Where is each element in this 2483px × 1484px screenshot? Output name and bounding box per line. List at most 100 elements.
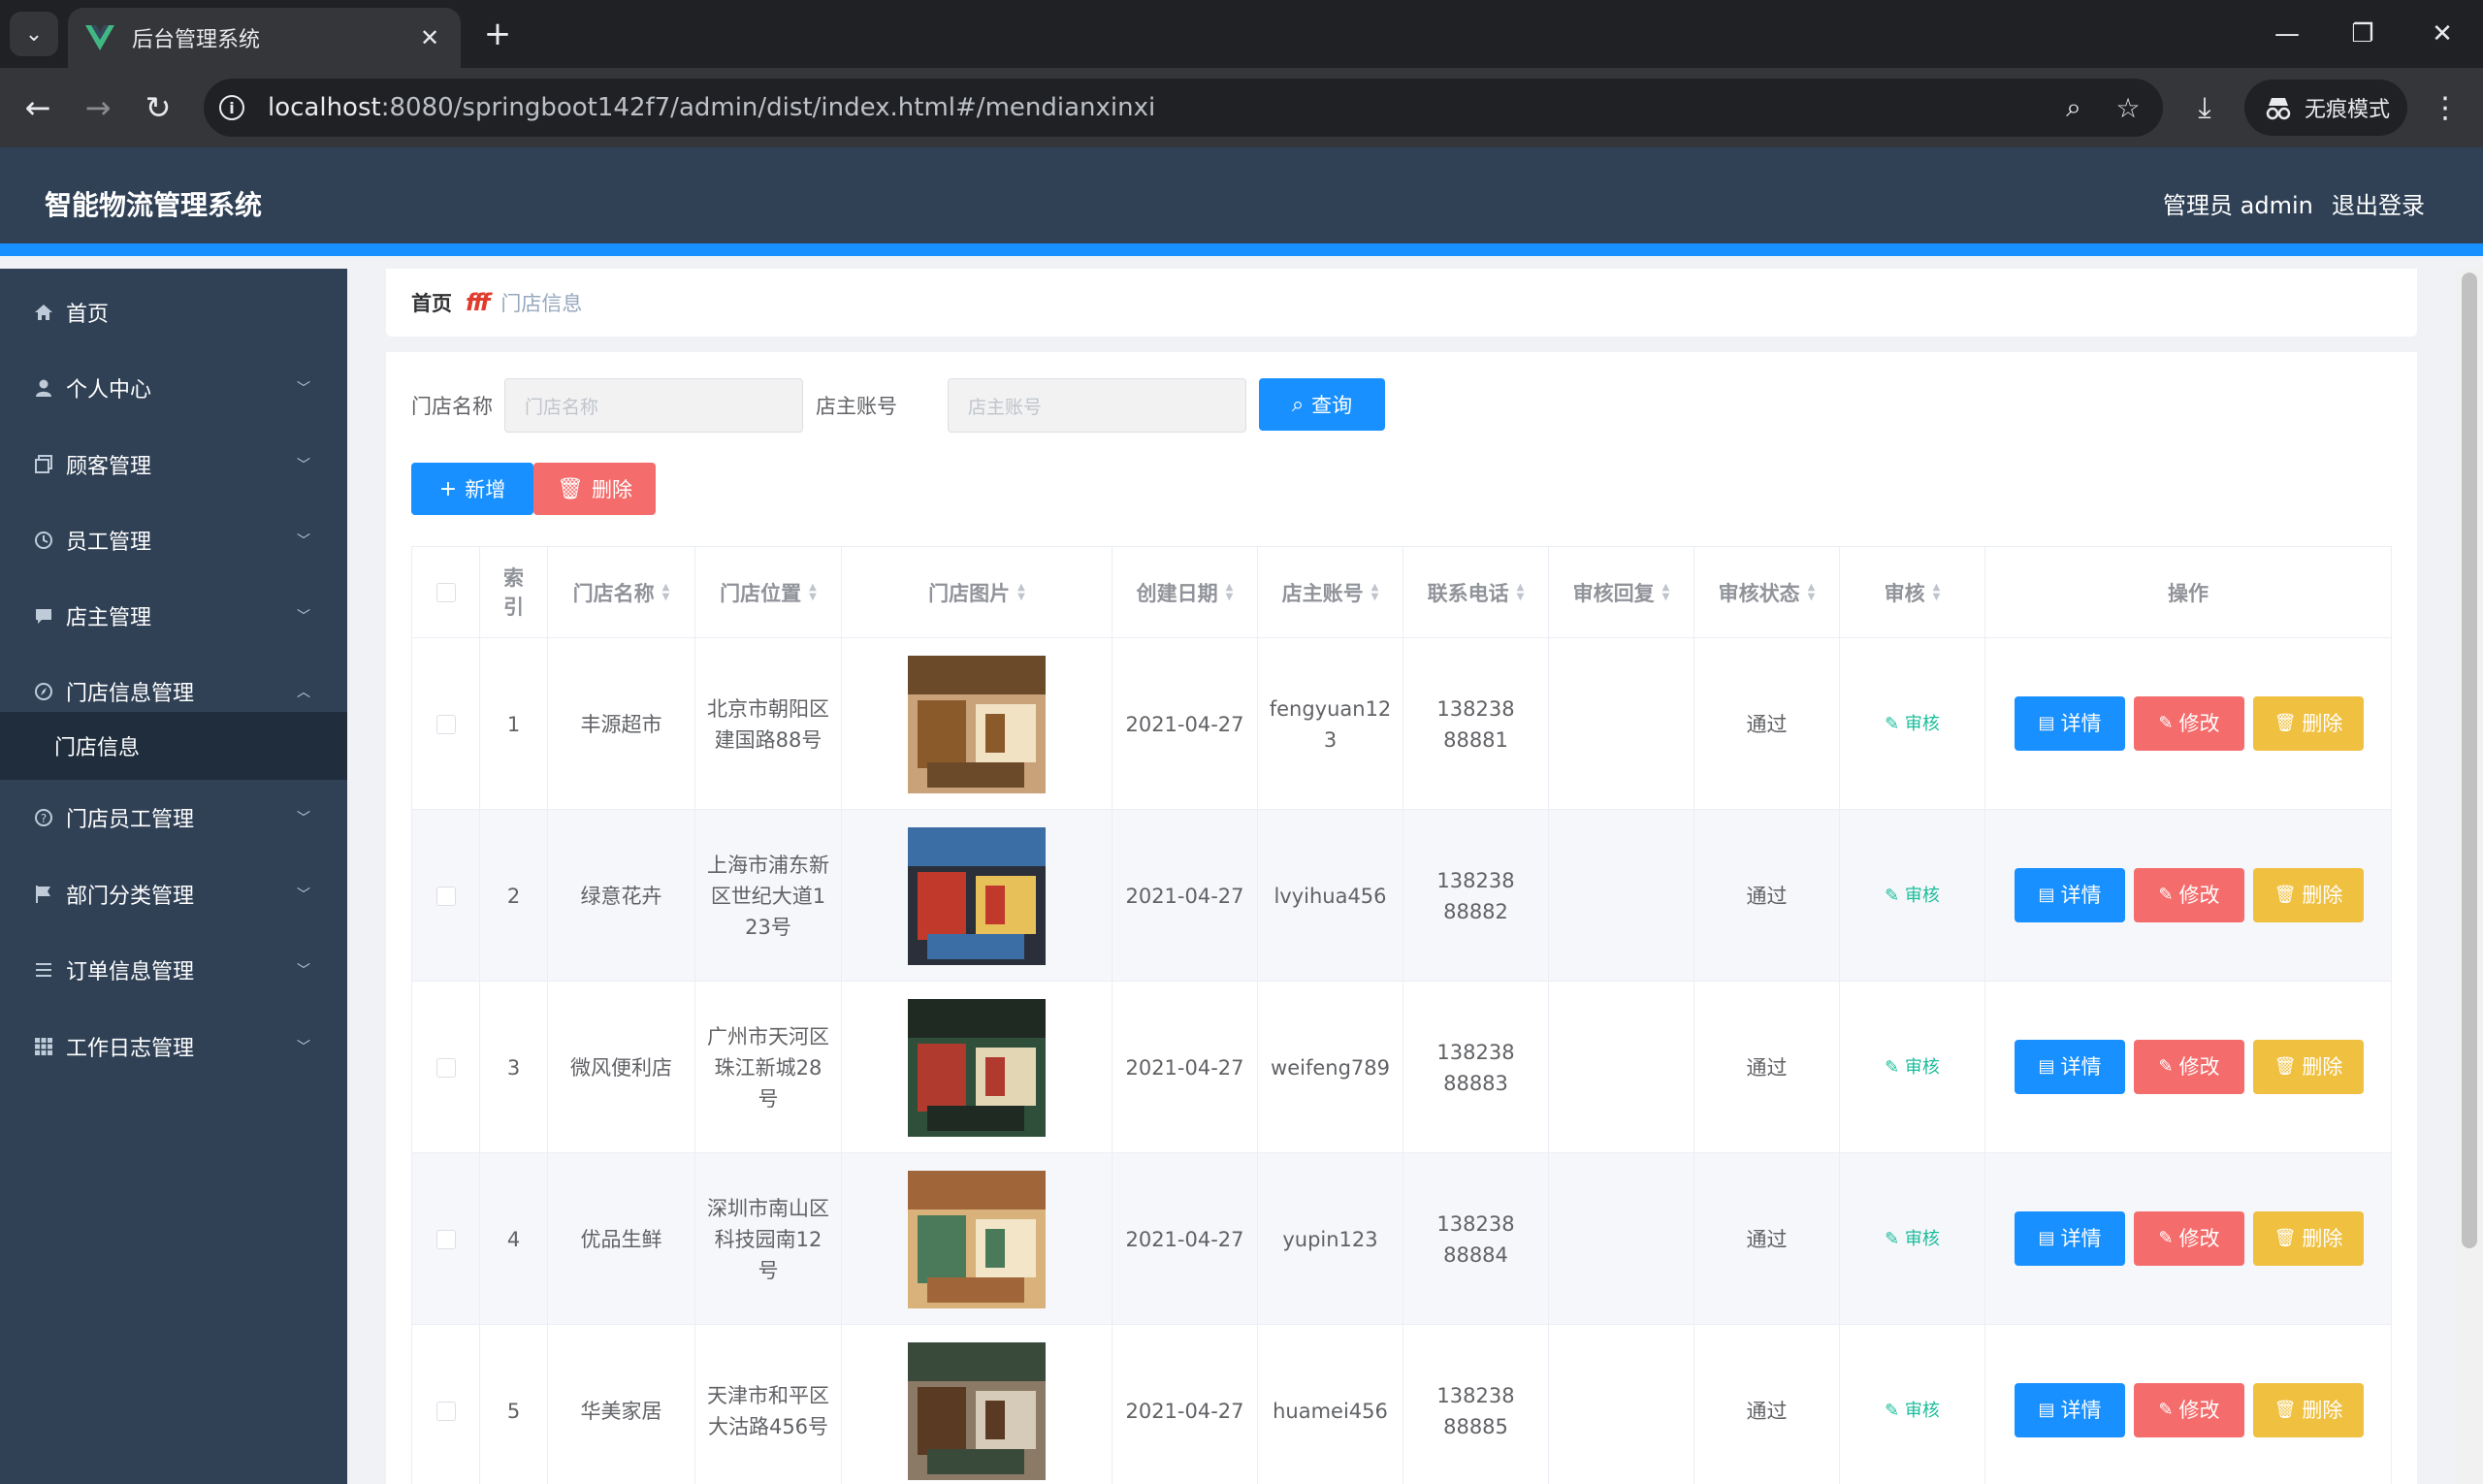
- detail-button[interactable]: ▤ 详情: [2015, 1040, 2125, 1094]
- store-photo[interactable]: [908, 826, 1046, 965]
- sort-caret-icon[interactable]: ▲ ▼: [662, 583, 670, 602]
- batch-delete-button[interactable]: 🗑 删除: [533, 463, 656, 515]
- checkbox[interactable]: [435, 1229, 456, 1249]
- header-audit-reply[interactable]: 审核回复 ▲ ▼: [1549, 547, 1694, 638]
- sidebar-item-profile[interactable]: 个人中心 ﹀: [0, 350, 347, 426]
- store-name-input[interactable]: 门店名称: [504, 378, 803, 433]
- checkbox[interactable]: [435, 886, 456, 906]
- query-button[interactable]: ⌕ 查询: [1259, 378, 1385, 431]
- add-button[interactable]: + 新增: [411, 463, 533, 515]
- sidebar-item-customers[interactable]: 顾客管理 ﹀: [0, 427, 347, 502]
- page-scrollbar[interactable]: [2456, 269, 2483, 1484]
- url-text[interactable]: localhost:8080/springboot142f7/admin/dis…: [268, 93, 2047, 122]
- reload-button[interactable]: ↻: [136, 85, 180, 130]
- edit-button[interactable]: ✎ 修改: [2134, 1211, 2244, 1266]
- sort-caret-icon[interactable]: ▲ ▼: [1226, 583, 1234, 602]
- row-select-cell[interactable]: [412, 1325, 480, 1484]
- checkbox[interactable]: [435, 1057, 456, 1078]
- search-icon: ⌕: [1291, 392, 1305, 417]
- detail-button[interactable]: ▤ 详情: [2015, 1383, 2125, 1437]
- delete-button[interactable]: 🗑 删除: [2253, 1211, 2364, 1266]
- header-phone[interactable]: 联系电话 ▲ ▼: [1403, 547, 1549, 638]
- header-store-name[interactable]: 门店名称 ▲ ▼: [548, 547, 695, 638]
- sort-caret-icon[interactable]: ▲ ▼: [1371, 583, 1379, 602]
- sort-caret-icon[interactable]: ▲ ▼: [1662, 583, 1670, 602]
- sidebar-subitem-store-info[interactable]: 门店信息: [0, 712, 347, 780]
- plus-icon: +: [438, 476, 458, 501]
- sidebar-item-store-staff[interactable]: ? 门店员工管理 ﹀: [0, 780, 347, 855]
- scrollbar-thumb[interactable]: [2462, 273, 2477, 1248]
- delete-button[interactable]: 🗑 删除: [2253, 696, 2364, 751]
- header-location[interactable]: 门店位置 ▲ ▼: [695, 547, 842, 638]
- header-audit[interactable]: 审核 ▲ ▼: [1840, 547, 1985, 638]
- new-tab-button[interactable]: +: [477, 14, 518, 54]
- location-text: 广州市天河区珠江新城28号: [707, 1024, 829, 1111]
- checkbox[interactable]: [435, 714, 456, 734]
- zoom-icon[interactable]: ⌕: [2047, 81, 2101, 135]
- row-select-cell[interactable]: [412, 1153, 480, 1325]
- sidebar-item-home[interactable]: 首页: [0, 274, 347, 350]
- sort-caret-icon[interactable]: ▲ ▼: [809, 583, 817, 602]
- forward-button[interactable]: →: [76, 85, 120, 130]
- header-audit-status[interactable]: 审核状态 ▲ ▼: [1694, 547, 1840, 638]
- header-image[interactable]: 门店图片 ▲ ▼: [842, 547, 1113, 638]
- bookmark-star-icon[interactable]: ☆: [2101, 81, 2155, 135]
- sidebar-item-work-logs[interactable]: 工作日志管理 ﹀: [0, 1009, 347, 1084]
- sort-caret-icon[interactable]: ▲ ▼: [1517, 583, 1525, 602]
- incognito-badge[interactable]: 无痕模式: [2244, 80, 2407, 136]
- store-photo[interactable]: [908, 1170, 1046, 1308]
- edit-button[interactable]: ✎ 修改: [2134, 1040, 2244, 1094]
- minimize-button[interactable]: —: [2252, 10, 2322, 58]
- sidebar-item-staff[interactable]: 员工管理 ﹀: [0, 502, 347, 578]
- sidebar-item-owners[interactable]: 店主管理 ﹀: [0, 578, 347, 654]
- sort-caret-icon[interactable]: ▲ ▼: [1808, 583, 1816, 602]
- row-select-cell[interactable]: [412, 982, 480, 1153]
- delete-button[interactable]: 🗑 删除: [2253, 1383, 2364, 1437]
- audit-link[interactable]: ✎ 审核: [1885, 1052, 1940, 1083]
- sort-caret-icon[interactable]: ▲ ▼: [1017, 583, 1025, 602]
- app-title: 智能物流管理系统: [45, 189, 263, 221]
- main-content: 首页 fff 门店信息 门店名称 门店名称 店主账号 店主账号 ⌕ 查询 + 新…: [347, 269, 2456, 1484]
- sort-caret-icon[interactable]: ▲ ▼: [1933, 583, 1941, 602]
- edit-icon: ✎: [2158, 713, 2174, 733]
- sidebar-item-orders[interactable]: 订单信息管理 ﹀: [0, 932, 347, 1008]
- checkbox[interactable]: [435, 583, 456, 602]
- breadcrumb-home[interactable]: 首页: [411, 288, 452, 317]
- edit-button[interactable]: ✎ 修改: [2134, 1383, 2244, 1437]
- logout-link[interactable]: 退出登录: [2332, 186, 2425, 220]
- edit-button[interactable]: ✎ 修改: [2134, 868, 2244, 922]
- store-photo[interactable]: [908, 1341, 1046, 1480]
- store-photo[interactable]: [908, 655, 1046, 793]
- audit-link[interactable]: ✎ 审核: [1885, 1396, 1940, 1427]
- address-bar[interactable]: i localhost:8080/springboot142f7/admin/d…: [204, 79, 2163, 137]
- detail-button[interactable]: ▤ 详情: [2015, 696, 2125, 751]
- site-info-icon[interactable]: i: [219, 95, 244, 120]
- audit-link[interactable]: ✎ 审核: [1885, 709, 1940, 740]
- restore-button[interactable]: ❐: [2328, 10, 2398, 58]
- tab-search-button[interactable]: ⌄: [10, 12, 58, 56]
- delete-button[interactable]: 🗑 删除: [2253, 1040, 2364, 1094]
- audit-link[interactable]: ✎ 审核: [1885, 1224, 1940, 1255]
- header-select-all[interactable]: [412, 547, 480, 638]
- row-select-cell[interactable]: [412, 638, 480, 810]
- delete-button[interactable]: 🗑 删除: [2253, 868, 2364, 922]
- audit-link[interactable]: ✎ 审核: [1885, 881, 1940, 912]
- sidebar-item-departments[interactable]: 部门分类管理 ﹀: [0, 856, 347, 932]
- detail-button[interactable]: ▤ 详情: [2015, 1211, 2125, 1266]
- table-header: 索引 门店名称 ▲ ▼ 门店位置 ▲ ▼ 门店图片 ▲ ▼ 创建日期 ▲ ▼ 店主账号 ▲ ▼ 联系…: [412, 547, 2391, 638]
- header-created-date[interactable]: 创建日期 ▲ ▼: [1113, 547, 1258, 638]
- owner-account-input[interactable]: 店主账号: [948, 378, 1246, 433]
- edit-button[interactable]: ✎ 修改: [2134, 696, 2244, 751]
- header-owner[interactable]: 店主账号 ▲ ▼: [1258, 547, 1403, 638]
- browser-menu-icon[interactable]: ⋮: [2423, 85, 2467, 130]
- tab-close-icon[interactable]: ✕: [416, 24, 443, 51]
- download-icon[interactable]: ⤓: [2182, 85, 2227, 130]
- close-window-button[interactable]: ✕: [2407, 10, 2477, 58]
- store-photo[interactable]: [908, 998, 1046, 1137]
- back-button[interactable]: ←: [16, 85, 60, 130]
- detail-button[interactable]: ▤ 详情: [2015, 868, 2125, 922]
- checkbox[interactable]: [435, 1401, 456, 1421]
- browser-tab[interactable]: 后台管理系统 ✕: [68, 8, 461, 68]
- date-text: 2021-04-27: [1125, 884, 1244, 908]
- row-select-cell[interactable]: [412, 810, 480, 982]
